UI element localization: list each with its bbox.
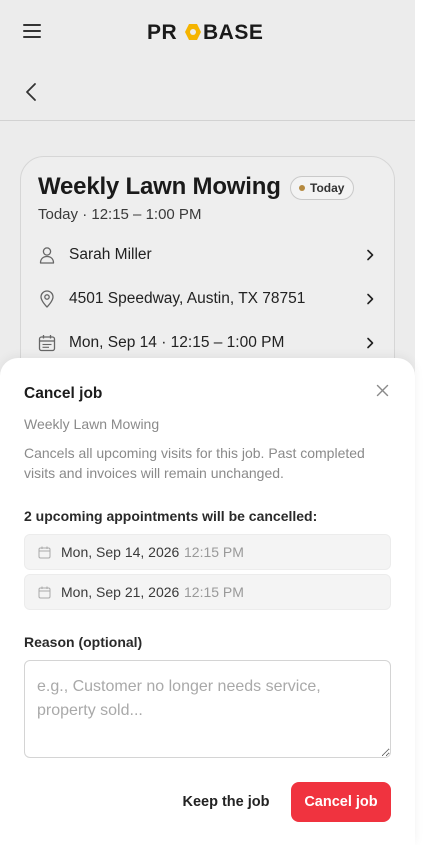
- chevron-right-icon: [367, 249, 374, 261]
- sheet-description: Cancels all upcoming visits for this job…: [24, 445, 365, 481]
- address-row[interactable]: 4501 Speedway, Austin, TX 78751: [21, 279, 394, 319]
- job-schedule: Today · 12:15 – 1:00 PM: [38, 206, 202, 223]
- reason-label: Reason (optional): [24, 634, 143, 650]
- calendar-icon: [38, 335, 56, 352]
- keep-job-button[interactable]: Keep the job: [178, 782, 274, 822]
- sheet-job-name: Weekly Lawn Mowing: [24, 416, 160, 432]
- status-dot-icon: [299, 185, 305, 191]
- client-name: Sarah Miller: [69, 246, 152, 263]
- chevron-right-icon: [367, 337, 374, 349]
- close-icon[interactable]: [376, 384, 389, 397]
- appointments-heading: 2 upcoming appointments will be cancelle…: [24, 508, 318, 524]
- job-title: Weekly Lawn Mowing: [38, 173, 281, 200]
- appointment-date: Mon, Sep 14, 2026: [61, 544, 180, 560]
- status-badge: Today: [290, 176, 355, 200]
- sheet-title: Cancel job: [24, 385, 103, 402]
- appointment-time: 12:15 PM: [184, 544, 244, 560]
- appointment-date: Mon, Sep 21, 2026: [61, 584, 180, 600]
- appointment-item: Mon, Sep 14, 2026 12:15 PM: [24, 534, 391, 570]
- cancel-job-sheet: Cancel job Weekly Lawn Mowing Cancels al…: [0, 358, 415, 845]
- reason-input[interactable]: [24, 660, 391, 758]
- svg-text:PR: PR: [147, 21, 177, 43]
- chevron-right-icon: [367, 293, 374, 305]
- schedule-text: Mon, Sep 14 · 12:15 – 1:00 PM: [69, 334, 285, 351]
- appointment-item: Mon, Sep 21, 2026 12:15 PM: [24, 574, 391, 610]
- svg-text:BASE: BASE: [203, 21, 263, 43]
- client-row[interactable]: Sarah Miller: [21, 235, 394, 275]
- address-text: 4501 Speedway, Austin, TX 78751: [69, 290, 306, 307]
- calendar-icon: [38, 546, 51, 558]
- status-badge-label: Today: [310, 181, 345, 195]
- person-icon: [39, 247, 55, 264]
- cancel-job-button[interactable]: Cancel job: [291, 782, 391, 822]
- location-pin-icon: [40, 290, 54, 308]
- back-chevron-icon[interactable]: [22, 81, 42, 103]
- menu-icon[interactable]: [23, 24, 42, 39]
- top-bar: PR BASE: [0, 0, 415, 62]
- appointment-time: 12:15 PM: [184, 584, 244, 600]
- probase-logo: PR BASE: [147, 21, 263, 43]
- calendar-icon: [38, 586, 51, 598]
- sub-header: [0, 62, 415, 121]
- schedule-row[interactable]: Mon, Sep 14 · 12:15 – 1:00 PM: [21, 323, 394, 363]
